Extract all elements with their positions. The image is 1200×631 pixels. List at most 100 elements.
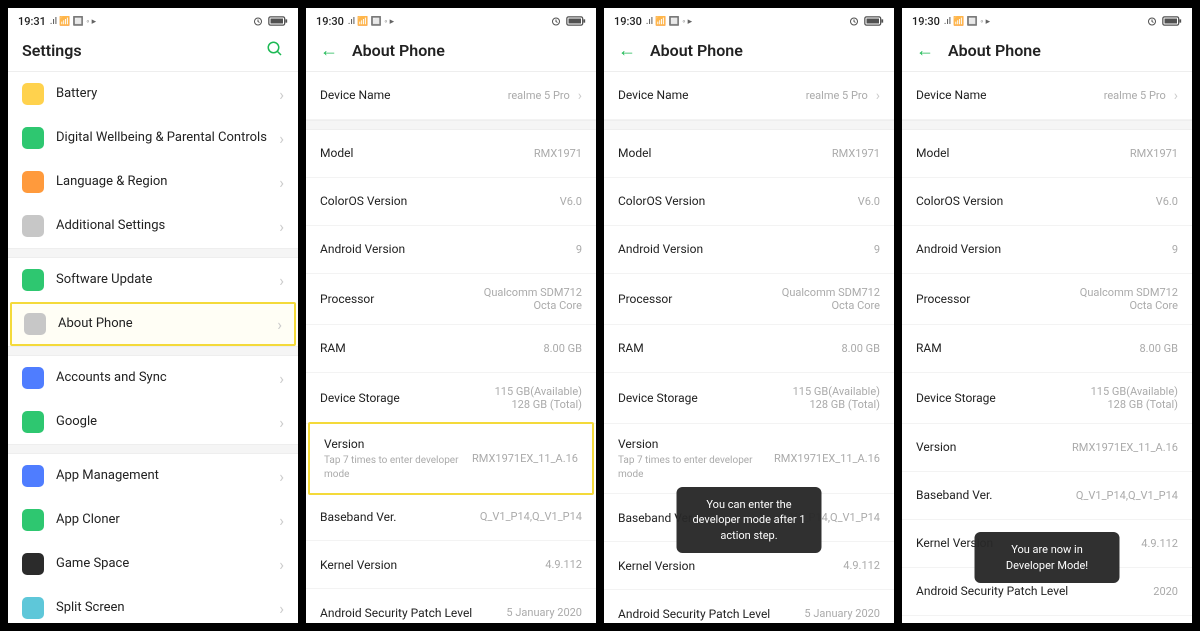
about-item[interactable]: ColorOS VersionV6.0 [604, 178, 894, 226]
search-icon[interactable] [266, 40, 284, 61]
about-item[interactable]: ModelRMX1971 [604, 130, 894, 178]
settings-item-icon [22, 597, 44, 619]
about-item-key: Android Security Patch Level [916, 583, 1145, 599]
settings-item-label: Battery [56, 86, 267, 102]
about-item[interactable]: Version RMX1971EX_11_A.16 [902, 424, 1192, 472]
screenshot-about-toast1: 19:30 .ıl 📶 🔲 ◦ ▸ ← About Phone Device N… [604, 8, 894, 623]
chevron-right-icon: › [279, 129, 284, 148]
about-item-value: RMX1971EX_11_A.16 [774, 452, 880, 465]
settings-item[interactable]: Additional Settings› [8, 204, 298, 248]
about-item[interactable]: VersionTap 7 times to enter developer mo… [308, 422, 594, 495]
about-item-key: Version [916, 439, 1064, 455]
back-icon[interactable]: ← [916, 42, 934, 60]
about-item[interactable]: Device Storage115 GB(Available) 128 GB (… [306, 373, 596, 424]
chevron-right-icon: › [277, 315, 282, 334]
about-item-key: Android Security Patch Level [320, 605, 498, 621]
settings-header: Settings [8, 30, 298, 72]
settings-item-icon [22, 171, 44, 193]
about-header: ← About Phone [604, 30, 894, 72]
about-item[interactable]: ProcessorQualcomm SDM712 Octa Core [902, 274, 1192, 325]
about-item[interactable]: Device Namerealme 5 Pro› [604, 72, 894, 120]
alarm-icon [848, 15, 860, 27]
about-list[interactable]: Device Namerealme 5 Pro› ModelRMX1971Colo… [306, 72, 596, 623]
settings-item-icon [22, 367, 44, 389]
about-item[interactable]: Device Storage115 GB(Available) 128 GB (… [604, 373, 894, 424]
about-item[interactable]: RAM8.00 GB [604, 325, 894, 373]
about-item-key: Android Version [618, 241, 866, 257]
toast-devmode-enabled: You are now in Developer Mode! [975, 532, 1120, 583]
about-item-key: Kernel Version [320, 557, 537, 573]
about-item-key: Model [618, 145, 824, 161]
settings-item-label: Accounts and Sync [56, 370, 267, 386]
settings-item[interactable]: App Management› [8, 454, 298, 498]
screenshot-about-highlight: 19:30 .ıl 📶 🔲 ◦ ▸ ← About Phone Device N… [306, 8, 596, 623]
status-bar: 19:31 .ıl 📶 🔲 ◦ ▸ [8, 8, 298, 30]
about-item-value: 8.00 GB [1139, 342, 1178, 355]
about-item[interactable]: Android Security Patch Level5 January 20… [604, 590, 894, 623]
settings-item[interactable]: Software Update› [8, 258, 298, 302]
about-item-key: Baseband Ver. [916, 487, 1068, 503]
about-item[interactable]: Device Storage115 GB(Available) 128 GB (… [902, 373, 1192, 424]
settings-item[interactable]: Digital Wellbeing & Parental Controls› [8, 116, 298, 160]
about-header: ← About Phone [306, 30, 596, 72]
about-item[interactable]: Android Version 9 [604, 226, 894, 274]
about-item[interactable]: Baseband Ver. Q_V1_P14,Q_V1_P14 [902, 472, 1192, 520]
screenshot-settings: 19:31 .ıl 📶 🔲 ◦ ▸ Settings Battery›Digit… [8, 8, 298, 623]
chevron-right-icon: › [279, 369, 284, 388]
settings-item[interactable]: About Phone › [10, 302, 296, 346]
about-item-value: 9 [874, 243, 880, 256]
settings-item[interactable]: Battery› [8, 72, 298, 116]
about-item[interactable]: Device Name realme 5 Pro › [902, 72, 1192, 120]
page-title: About Phone [352, 41, 582, 60]
about-item[interactable]: ModelRMX1971 [306, 130, 596, 178]
about-item[interactable]: Android Version9 [902, 226, 1192, 274]
about-item-key: Baseband Ver. [320, 509, 472, 525]
about-item[interactable]: Android Version9 [306, 226, 596, 274]
chevron-right-icon: › [1174, 88, 1178, 104]
about-item-key: Device Name [320, 87, 500, 103]
about-item[interactable]: Android Security Patch Level5 January 20… [306, 589, 596, 623]
settings-item-icon [22, 269, 44, 291]
about-item-key: Model [916, 145, 1122, 161]
settings-item[interactable]: Accounts and Sync › [8, 356, 298, 400]
settings-item[interactable]: App Cloner› [8, 498, 298, 542]
about-item-value: V6.0 [1156, 195, 1178, 208]
settings-item[interactable]: Game Space› [8, 542, 298, 586]
about-item[interactable]: Device Namerealme 5 Pro› [306, 72, 596, 120]
settings-list[interactable]: Battery›Digital Wellbeing & Parental Con… [8, 72, 298, 623]
about-item[interactable]: ColorOS VersionV6.0 [902, 178, 1192, 226]
battery-icon [268, 16, 288, 26]
settings-item[interactable]: Language & Region› [8, 160, 298, 204]
about-item-value: realme 5 Pro [1104, 89, 1166, 102]
settings-item[interactable]: Split Screen› [8, 586, 298, 623]
about-item[interactable]: ProcessorQualcomm SDM712 Octa Core [604, 274, 894, 325]
settings-item-label: App Cloner [56, 512, 267, 528]
about-item[interactable]: ProcessorQualcomm SDM712 Octa Core [306, 274, 596, 325]
back-icon[interactable]: ← [618, 42, 636, 60]
about-item[interactable]: ColorOS VersionV6.0 [306, 178, 596, 226]
about-item-value: 115 GB(Available) 128 GB (Total) [1091, 385, 1178, 411]
about-item[interactable]: VersionTap 7 times to enter developer mo… [604, 424, 894, 494]
about-item[interactable]: RAM 8.00 GB [902, 325, 1192, 373]
battery-icon [1162, 16, 1182, 26]
back-icon[interactable]: ← [320, 42, 338, 60]
status-bar: 19:30 .ıl 📶 🔲 ◦ ▸ [604, 8, 894, 30]
about-item-key: RAM [916, 340, 1131, 356]
about-item-key: Kernel Version [618, 558, 835, 574]
about-item[interactable]: SIM1 Card Status› [902, 616, 1192, 623]
about-item[interactable]: RAM8.00 GB [306, 325, 596, 373]
about-item[interactable]: ModelRMX1971 [902, 130, 1192, 178]
about-item-key: Device Name [916, 87, 1096, 103]
about-item-key: Android Version [916, 241, 1164, 257]
about-item-key: Model [320, 145, 526, 161]
about-item[interactable]: Baseband Ver.Q_V1_P14,Q_V1_P14 [306, 493, 596, 541]
about-item[interactable]: Kernel Version 4.9.112 [306, 541, 596, 589]
settings-item-label: About Phone [58, 316, 265, 332]
settings-item[interactable]: Google› [8, 400, 298, 444]
page-title: Settings [22, 41, 252, 60]
about-item-value: RMX1971EX_11_A.16 [1072, 441, 1178, 454]
about-item-value: realme 5 Pro [806, 89, 868, 102]
about-item-value: Qualcomm SDM712 Octa Core [1080, 286, 1178, 312]
about-item-value: 4.9.112 [545, 558, 582, 571]
about-item-value: Q_V1_P14,Q_V1_P14 [1076, 489, 1178, 502]
